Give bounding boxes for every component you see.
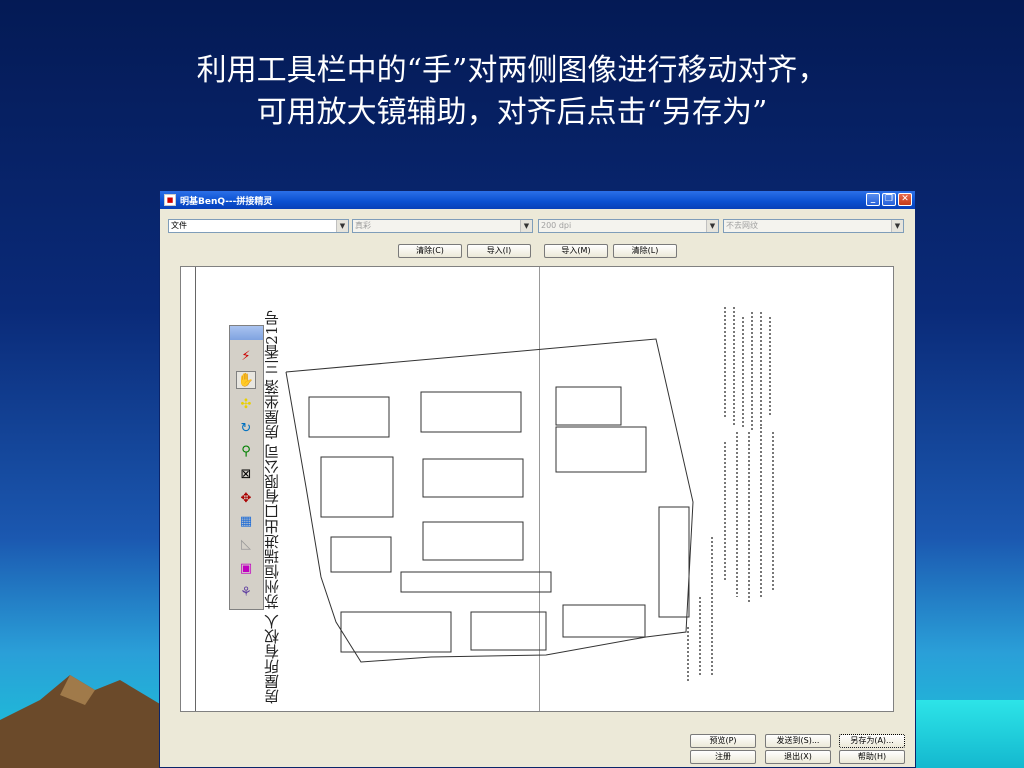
legend-text — [687, 627, 689, 682]
legend-text — [699, 597, 701, 677]
legend-text — [733, 307, 735, 427]
chevron-down-icon[interactable]: ▼ — [520, 220, 532, 232]
legend-text — [711, 537, 713, 677]
color-select[interactable]: 真彩 ▼ — [352, 219, 533, 233]
legend-text — [760, 427, 762, 597]
legend-text — [748, 432, 750, 602]
legend-text — [742, 317, 744, 427]
legend-text — [772, 432, 774, 592]
legend-text — [724, 307, 726, 417]
register-button[interactable]: 注册 — [690, 750, 756, 764]
rotate-icon[interactable]: ↻ — [236, 420, 256, 438]
exit-button[interactable]: 退出(X) — [765, 750, 831, 764]
legend-text — [769, 317, 771, 417]
slide-title: 利用工具栏中的“手”对两侧图像进行移动对齐， 可用放大镜辅助，对齐后点击“另存为… — [0, 50, 1024, 134]
preview-button[interactable]: 预览(P) — [690, 734, 756, 748]
align-icon[interactable]: ✣ — [236, 396, 256, 414]
window-title: 明基BenQ---拼接精灵 — [180, 196, 273, 207]
save-as-button[interactable]: 另存为(A)... — [839, 734, 905, 748]
color-icon[interactable]: ▣ — [236, 560, 256, 578]
floating-toolbox: ⚡ ✋ ✣ ↻ ⚲ ⊠ ✥ ▦ ◺ ▣ ⚘ — [229, 325, 264, 610]
chevron-down-icon[interactable]: ▼ — [891, 220, 903, 232]
import-right-button[interactable]: 导入(M) — [544, 244, 608, 258]
stitch-window: ■ 明基BenQ---拼接精灵 _ ❐ ✕ 文件 ▼ 真彩 ▼ 200 dpi … — [159, 190, 916, 768]
dpi-select-value: 200 dpi — [541, 221, 572, 230]
mode-select-value: 文件 — [171, 221, 187, 230]
toolbox-header[interactable] — [230, 326, 263, 340]
legend-text — [760, 312, 762, 427]
slope-icon[interactable]: ◺ — [236, 536, 256, 554]
mode-select[interactable]: 文件 ▼ — [168, 219, 349, 233]
dpi-select[interactable]: 200 dpi ▼ — [538, 219, 719, 233]
app-icon: ■ — [164, 194, 176, 206]
mountain-decoration — [0, 675, 170, 768]
descreen-select[interactable]: 不去网纹 ▼ — [723, 219, 904, 233]
import-left-button[interactable]: 导入(I) — [467, 244, 531, 258]
send-to-button[interactable]: 发送到(S)... — [765, 734, 831, 748]
clear-left-button[interactable]: 清除(C) — [398, 244, 462, 258]
legend-text — [736, 432, 738, 597]
slide-title-line2: 可用放大镜辅助，对齐后点击“另存为” — [256, 95, 768, 130]
floor-plan-drawing — [285, 338, 694, 663]
title-bar[interactable]: ■ 明基BenQ---拼接精灵 _ ❐ ✕ — [160, 191, 915, 209]
magnifier-icon[interactable]: ⚲ — [236, 443, 256, 461]
minimize-icon[interactable]: _ — [866, 193, 880, 206]
legend-text — [724, 442, 726, 582]
eraser-icon[interactable]: ⚘ — [236, 584, 256, 602]
certificate-vertical-text: 房屋所有权人 苏州恒瑞进出口有限公司 房屋坐落 三香21号 — [263, 310, 281, 704]
grid-icon[interactable]: ▦ — [236, 513, 256, 531]
restore-icon[interactable]: ❐ — [882, 193, 896, 206]
crop-icon[interactable]: ⊠ — [236, 466, 256, 484]
legend-text — [751, 312, 753, 432]
sea-decoration — [916, 700, 1024, 768]
hand-icon[interactable]: ✋ — [236, 371, 256, 389]
canvas-edge-line — [195, 267, 196, 711]
stitch-icon[interactable]: ⚡ — [236, 348, 256, 366]
chevron-down-icon[interactable]: ▼ — [706, 220, 718, 232]
clear-right-button[interactable]: 清除(L) — [613, 244, 677, 258]
chevron-down-icon[interactable]: ▼ — [336, 220, 348, 232]
move-icon[interactable]: ✥ — [236, 490, 256, 508]
color-select-value: 真彩 — [355, 221, 371, 230]
close-icon[interactable]: ✕ — [898, 193, 912, 206]
slide-title-line1: 利用工具栏中的“手”对两侧图像进行移动对齐， — [196, 53, 828, 88]
descreen-select-value: 不去网纹 — [726, 221, 758, 230]
image-canvas[interactable]: 房屋所有权人 苏州恒瑞进出口有限公司 房屋坐落 三香21号 — [180, 266, 894, 712]
help-button[interactable]: 帮助(H) — [839, 750, 905, 764]
